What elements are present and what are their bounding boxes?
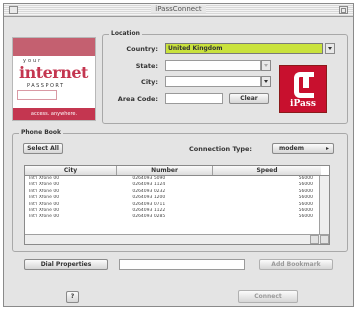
internet-passport-logo: your internet PASSPORT access. anywhere.	[12, 37, 96, 121]
dial-properties-button[interactable]: Dial Properties	[24, 259, 108, 270]
country-dropdown-arrow-icon[interactable]	[325, 43, 335, 54]
zoom-icon[interactable]	[339, 6, 348, 14]
row-speed: 56000	[298, 214, 313, 220]
column-header-city[interactable]: City	[25, 166, 117, 175]
ipass-mark-icon	[294, 72, 314, 98]
table-header: City Number Speed	[25, 166, 329, 176]
area-code-input[interactable]	[165, 93, 223, 104]
column-header-number[interactable]: Number	[117, 166, 213, 175]
clear-button[interactable]: Clear	[229, 93, 269, 104]
table-row[interactable]: Int'l Xfone 00 0264093 0285 56000	[25, 214, 319, 220]
help-button[interactable]: ?	[66, 291, 79, 303]
state-dropdown-arrow-icon[interactable]	[261, 60, 271, 71]
country-label: Country:	[126, 45, 158, 53]
area-code-label: Area Code:	[117, 95, 158, 103]
scroll-left-icon[interactable]	[310, 235, 319, 244]
logo-internet-text: internet	[19, 63, 88, 82]
city-label: City:	[141, 78, 158, 86]
window-title: iPassConnect	[4, 5, 353, 13]
location-group-label: Location	[109, 30, 142, 37]
phone-number-table[interactable]: City Number Speed Int'l Xfone 00 0264093…	[24, 165, 330, 245]
ipass-logo-text: iPass	[290, 99, 316, 109]
city-select[interactable]	[165, 76, 261, 87]
logo-seal	[17, 90, 57, 100]
add-bookmark-button[interactable]: Add Bookmark	[259, 259, 333, 270]
row-number: 0264093 0285	[132, 214, 166, 220]
column-header-speed[interactable]: Speed	[213, 166, 321, 175]
country-value: United Kingdom	[168, 45, 223, 52]
connection-type-label: Connection Type:	[189, 145, 253, 153]
table-body: Int'l Xfone 00 0264093 5090 56000 Int'l …	[25, 176, 319, 221]
connection-type-select[interactable]: modem ▸	[272, 143, 334, 154]
ipassconnect-window: iPassConnect your internet PASSPORT acce…	[3, 3, 354, 307]
title-bar[interactable]: iPassConnect	[4, 4, 353, 17]
horizontal-scrollbar[interactable]	[25, 234, 329, 244]
connection-type-value: modem	[279, 145, 304, 152]
select-all-button[interactable]: Select All	[23, 143, 63, 154]
scroll-right-icon[interactable]	[320, 235, 329, 244]
location-group: Location Country: United Kingdom State: …	[102, 30, 348, 124]
vertical-scrollbar[interactable]	[319, 176, 329, 234]
phone-book-group-label: Phone Book	[19, 129, 64, 136]
connect-button[interactable]: Connect	[238, 290, 298, 303]
row-city: Int'l Xfone 00	[29, 214, 60, 220]
logo-passport-text: PASSPORT	[27, 83, 65, 89]
city-dropdown-arrow-icon[interactable]	[261, 76, 271, 87]
state-label: State:	[135, 62, 158, 70]
dial-properties-field[interactable]	[119, 259, 245, 270]
logo-top-band	[13, 38, 95, 56]
ipass-logo: iPass	[279, 65, 327, 113]
state-select[interactable]	[165, 60, 261, 71]
logo-tagline: access. anywhere.	[13, 108, 95, 120]
country-select[interactable]: United Kingdom	[165, 43, 323, 54]
connection-type-arrow-icon: ▸	[325, 145, 329, 152]
